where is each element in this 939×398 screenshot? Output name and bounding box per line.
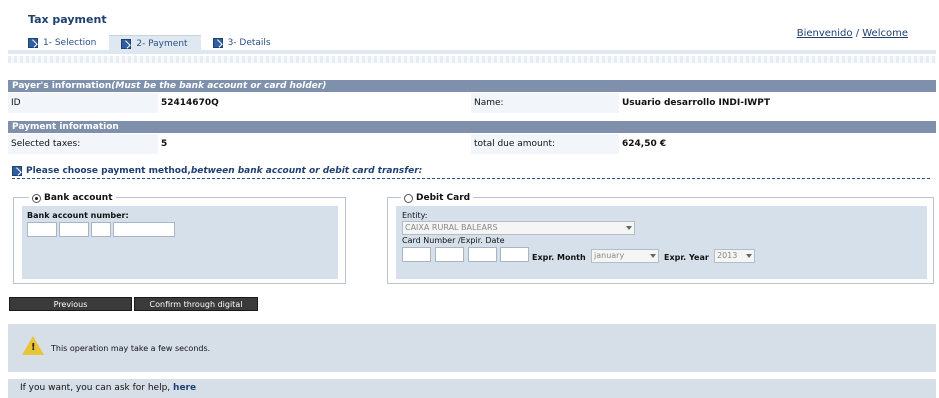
name-value: Usuario desarrollo INDI-IWPT xyxy=(619,93,936,113)
card-number-input-1[interactable] xyxy=(402,247,431,262)
entity-label: Entity: xyxy=(402,211,428,220)
check-icon xyxy=(12,165,22,176)
id-value: 52414670Q xyxy=(158,93,471,113)
user-links: Bienvenido / Welcome xyxy=(797,28,908,39)
payment-method-prompt: Please choose payment method, between ban… xyxy=(12,163,930,179)
name-label: Name: xyxy=(471,93,619,113)
warning-mark: ! xyxy=(31,342,36,353)
entity-select-value: CAIXA RURAL BALEARS xyxy=(405,223,498,232)
tab-details[interactable]: 3- Details xyxy=(201,35,284,51)
bank-dc-input[interactable] xyxy=(91,222,111,237)
tab-label: 1- Selection xyxy=(43,38,97,48)
bank-account-title: Bank account xyxy=(44,193,113,203)
selected-taxes-label: Selected taxes: xyxy=(8,134,158,154)
bank-account-radio[interactable] xyxy=(32,193,41,203)
total-due-value: 624,50 € xyxy=(619,134,936,154)
entity-select[interactable]: CAIXA RURAL BALEARS xyxy=(402,221,635,235)
expiry-month-value: january xyxy=(594,251,625,260)
previous-button[interactable]: Previous xyxy=(9,297,132,311)
expiry-year-value: 2013 xyxy=(717,251,738,260)
debit-card-option[interactable]: Debit Card xyxy=(401,193,474,203)
chevron-down-icon xyxy=(650,254,656,258)
wizard-tabs: 1- Selection 2- Payment 3- Details xyxy=(16,35,284,51)
bank-account-input[interactable] xyxy=(113,222,175,237)
prompt-text: Please choose payment method, xyxy=(26,165,191,176)
link-separator: / xyxy=(855,28,860,39)
help-bar: If you want, you can ask for help, here xyxy=(8,379,936,398)
header-divider xyxy=(8,56,936,63)
bank-account-number-label: Bank account number: xyxy=(27,211,129,220)
card-number-input-3[interactable] xyxy=(468,247,497,262)
bank-account-option[interactable]: Bank account xyxy=(29,193,116,203)
debit-card-title: Debit Card xyxy=(416,193,471,203)
check-icon xyxy=(121,38,132,49)
confirm-signature-button[interactable]: Confirm through digital signature xyxy=(134,297,258,323)
tab-underline xyxy=(8,50,936,54)
total-due-label: total due amount: xyxy=(471,134,619,154)
payer-info-row: ID 52414670Q Name: Usuario desarrollo IN… xyxy=(8,93,936,113)
card-number-input-2[interactable] xyxy=(435,247,464,262)
payment-section-header: Payment information xyxy=(8,121,936,133)
selected-taxes-value: 5 xyxy=(158,134,471,154)
debit-card-panel: Entity: CAIXA RURAL BALEARS Card Number … xyxy=(387,197,934,284)
tab-payment[interactable]: 2- Payment xyxy=(109,35,201,51)
payer-section-header: Payer's information(Must be the bank acc… xyxy=(8,80,936,92)
card-number-label: Card Number /Expir. Date xyxy=(402,236,505,245)
tab-label: 3- Details xyxy=(227,38,271,48)
notice-text: This operation may take a few seconds. xyxy=(51,344,211,353)
chevron-down-icon xyxy=(626,226,632,230)
bank-account-panel: Bank account number: xyxy=(13,197,346,284)
expiry-year-select[interactable]: 2013 xyxy=(714,249,755,263)
payer-header-note: (Must be the bank account or card holder… xyxy=(111,81,327,91)
bank-entity-input[interactable] xyxy=(27,222,57,237)
debit-card-radio[interactable] xyxy=(404,193,413,203)
payment-info-row: Selected taxes: 5 total due amount: 624,… xyxy=(8,134,936,154)
expiry-month-label: Expr. Month xyxy=(532,253,586,262)
tab-label: 2- Payment xyxy=(136,38,188,49)
help-text: If you want, you can ask for help, xyxy=(20,383,174,393)
prompt-text-italic: between bank account or debit card trans… xyxy=(190,165,423,176)
page-header: Tax payment 1- Selection 2- Payment 3- D… xyxy=(8,0,936,66)
card-number-input-4[interactable] xyxy=(500,247,529,262)
bienvenido-link[interactable]: Bienvenido xyxy=(797,28,853,39)
expiry-month-select[interactable]: january xyxy=(591,249,659,263)
check-icon xyxy=(212,38,223,48)
expiry-year-label: Expr. Year xyxy=(664,253,709,262)
bank-office-input[interactable] xyxy=(59,222,89,237)
notice-panel: ! This operation may take a few seconds. xyxy=(8,324,936,372)
payer-header-label: Payer's information xyxy=(12,81,112,91)
chevron-down-icon xyxy=(746,254,752,258)
app-title: Tax payment xyxy=(28,13,107,26)
id-label: ID xyxy=(8,93,158,113)
welcome-link[interactable]: Welcome xyxy=(862,28,908,39)
help-link[interactable]: here xyxy=(173,383,196,393)
check-icon xyxy=(28,38,38,48)
tab-selection[interactable]: 1- Selection xyxy=(16,35,109,51)
